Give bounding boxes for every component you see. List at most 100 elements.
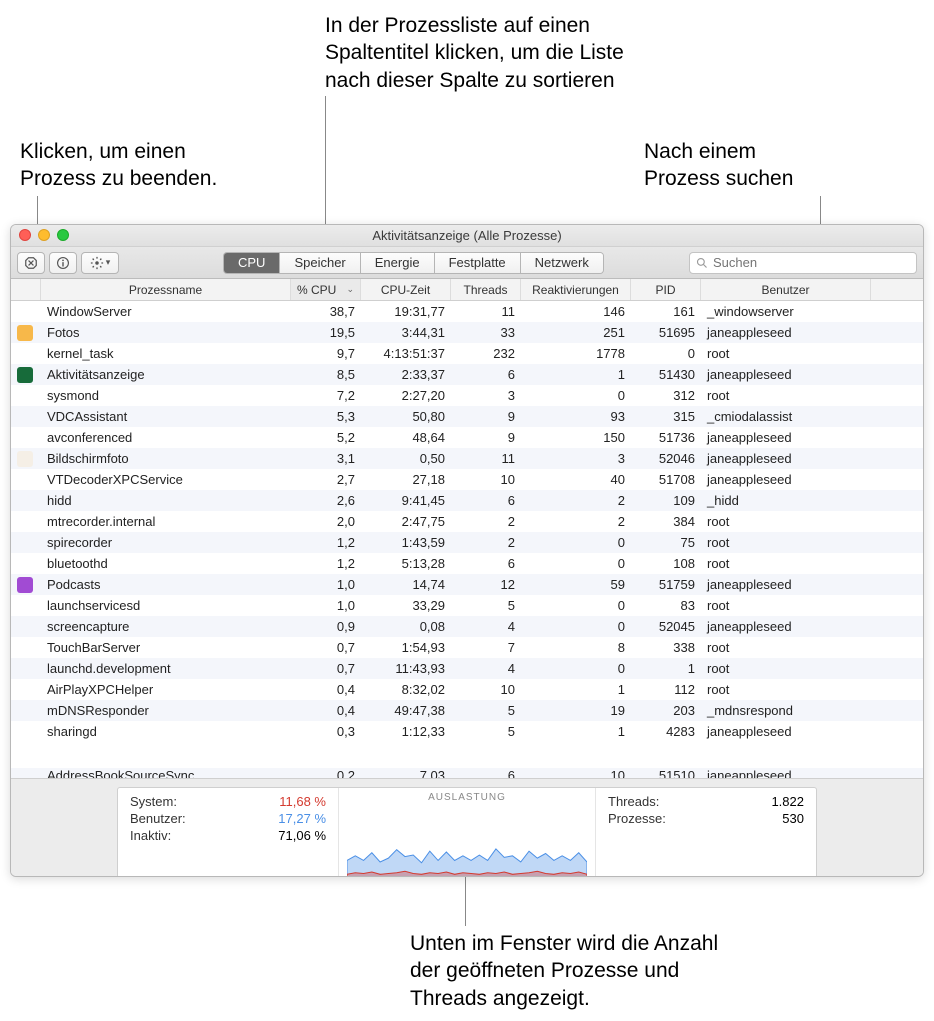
cell-pid: 52045 — [631, 616, 701, 637]
cell-user: janeappleseed — [701, 721, 871, 742]
cell-name: bluetoothd — [41, 553, 291, 574]
cell-pid: 109 — [631, 490, 701, 511]
cell-wake: 0 — [521, 553, 631, 574]
cell-pid: 0 — [631, 343, 701, 364]
search-input[interactable] — [713, 255, 910, 270]
process-list[interactable]: WindowServer38,719:31,7711146161_windows… — [11, 301, 923, 768]
cell-user: _cmiodalassist — [701, 406, 871, 427]
cell-threads: 9 — [451, 427, 521, 448]
quit-process-button[interactable] — [17, 252, 45, 274]
table-row[interactable]: Aktivitätsanzeige8,52:33,376151430janeap… — [11, 364, 923, 385]
cell-time: 2:27,20 — [361, 385, 451, 406]
cell-threads: 6 — [451, 553, 521, 574]
cell-time: 4:13:51:37 — [361, 343, 451, 364]
table-row[interactable]: sysmond7,22:27,2030312root — [11, 385, 923, 406]
gear-icon — [90, 256, 104, 270]
cell-threads: 5 — [451, 721, 521, 742]
cell-pid: 108 — [631, 553, 701, 574]
table-row[interactable]: Podcasts1,014,74125951759janeappleseed — [11, 574, 923, 595]
cell-user: root — [701, 679, 871, 700]
cell-cpu: 1,0 — [291, 574, 361, 595]
table-row[interactable]: VDCAssistant5,350,80993315_cmiodalassist — [11, 406, 923, 427]
cell-name: Fotos — [41, 322, 291, 343]
cell-user: janeappleseed — [701, 448, 871, 469]
cell-wake: 93 — [521, 406, 631, 427]
cell-pid: 51736 — [631, 427, 701, 448]
cell-pid: 384 — [631, 511, 701, 532]
search-field-wrap[interactable] — [689, 252, 917, 274]
window-title: Aktivitätsanzeige (Alle Prozesse) — [372, 228, 561, 243]
table-row[interactable]: WindowServer38,719:31,7711146161_windows… — [11, 301, 923, 322]
table-row[interactable]: kernel_task9,74:13:51:3723217780root — [11, 343, 923, 364]
cell-cpu: 1,2 — [291, 553, 361, 574]
cell-name: launchservicesd — [41, 595, 291, 616]
cell-time: 1:12,33 — [361, 721, 451, 742]
footer-system-value: 11,68 % — [279, 794, 326, 809]
cell-user: _mdnsrespond — [701, 700, 871, 721]
table-row[interactable]: mtrecorder.internal2,02:47,7522384root — [11, 511, 923, 532]
cell-cpu: 38,7 — [291, 301, 361, 322]
cell-wake: 19 — [521, 700, 631, 721]
table-row[interactable]: Bildschirmfoto3,10,5011352046janeapplese… — [11, 448, 923, 469]
cell-user: janeappleseed — [701, 427, 871, 448]
cell-name: Bildschirmfoto — [41, 448, 291, 469]
table-row[interactable]: launchservicesd1,033,295083root — [11, 595, 923, 616]
cell-pid: 312 — [631, 385, 701, 406]
tab-cpu[interactable]: CPU — [224, 253, 280, 273]
table-row[interactable]: bluetoothd1,25:13,2860108root — [11, 553, 923, 574]
tab-netzwerk[interactable]: Netzwerk — [521, 253, 603, 273]
table-row[interactable]: sharingd0,31:12,33514283janeappleseed — [11, 721, 923, 742]
close-button[interactable] — [19, 229, 31, 241]
table-row[interactable]: screencapture0,90,084052045janeappleseed — [11, 616, 923, 637]
app-icon — [17, 451, 33, 467]
table-row[interactable]: AirPlayXPCHelper0,48:32,02101112root — [11, 679, 923, 700]
footer-area: System:11,68 % Benutzer:17,27 % Inaktiv:… — [11, 778, 923, 877]
tab-speicher[interactable]: Speicher — [280, 253, 360, 273]
col-processname[interactable]: Prozessname — [41, 279, 291, 300]
col-threads[interactable]: Threads — [451, 279, 521, 300]
cell-cpu: 2,0 — [291, 511, 361, 532]
search-icon — [696, 257, 708, 269]
cell-threads: 7 — [451, 637, 521, 658]
cell-user: root — [701, 658, 871, 679]
cell-threads: 33 — [451, 322, 521, 343]
callout-bottom: Unten im Fenster wird die Anzahl der geö… — [410, 930, 718, 1012]
minimize-button[interactable] — [38, 229, 50, 241]
tab-festplatte[interactable]: Festplatte — [435, 253, 521, 273]
table-row[interactable]: spirecorder1,21:43,592075root — [11, 532, 923, 553]
cell-wake: 2 — [521, 490, 631, 511]
col-pid[interactable]: PID — [631, 279, 701, 300]
action-menu-button[interactable]: ▾ — [81, 252, 119, 274]
table-row[interactable]: mDNSResponder0,449:47,38519203_mdnsrespo… — [11, 700, 923, 721]
table-row[interactable]: TouchBarServer0,71:54,9378338root — [11, 637, 923, 658]
footer-threads-label: Threads: — [608, 794, 659, 809]
cell-threads: 6 — [451, 490, 521, 511]
col-cpu[interactable]: % CPU⌄ — [291, 279, 361, 300]
cell-time: 33,29 — [361, 595, 451, 616]
info-button[interactable] — [49, 252, 77, 274]
col-user[interactable]: Benutzer — [701, 279, 871, 300]
cell-user: root — [701, 553, 871, 574]
footer-user-value: 17,27 % — [278, 811, 326, 826]
col-wakeups[interactable]: Reaktivierungen — [521, 279, 631, 300]
cell-time: 11:43,93 — [361, 658, 451, 679]
col-cputime[interactable]: CPU-Zeit — [361, 279, 451, 300]
cell-threads: 2 — [451, 532, 521, 553]
cell-time: 50,80 — [361, 406, 451, 427]
chart-title: AUSLASTUNG — [428, 792, 506, 803]
cell-time: 3:44,31 — [361, 322, 451, 343]
table-row-cut[interactable]: AddressBookSourceSync 0,2 7,03 6 10 5151… — [11, 768, 923, 778]
traffic-lights — [19, 229, 69, 241]
cell-threads: 3 — [451, 385, 521, 406]
table-row[interactable]: VTDecoderXPCService2,727,18104051708jane… — [11, 469, 923, 490]
table-row[interactable]: avconferenced5,248,64915051736janeapples… — [11, 427, 923, 448]
footer-left: System:11,68 % Benutzer:17,27 % Inaktiv:… — [118, 788, 338, 877]
table-row[interactable]: launchd.development0,711:43,93401root — [11, 658, 923, 679]
cell-wake: 2 — [521, 511, 631, 532]
cell-name: sysmond — [41, 385, 291, 406]
zoom-button[interactable] — [57, 229, 69, 241]
tab-energie[interactable]: Energie — [361, 253, 435, 273]
cell-wake: 0 — [521, 616, 631, 637]
table-row[interactable]: Fotos19,53:44,313325151695janeappleseed — [11, 322, 923, 343]
table-row[interactable]: hidd2,69:41,4562109_hidd — [11, 490, 923, 511]
